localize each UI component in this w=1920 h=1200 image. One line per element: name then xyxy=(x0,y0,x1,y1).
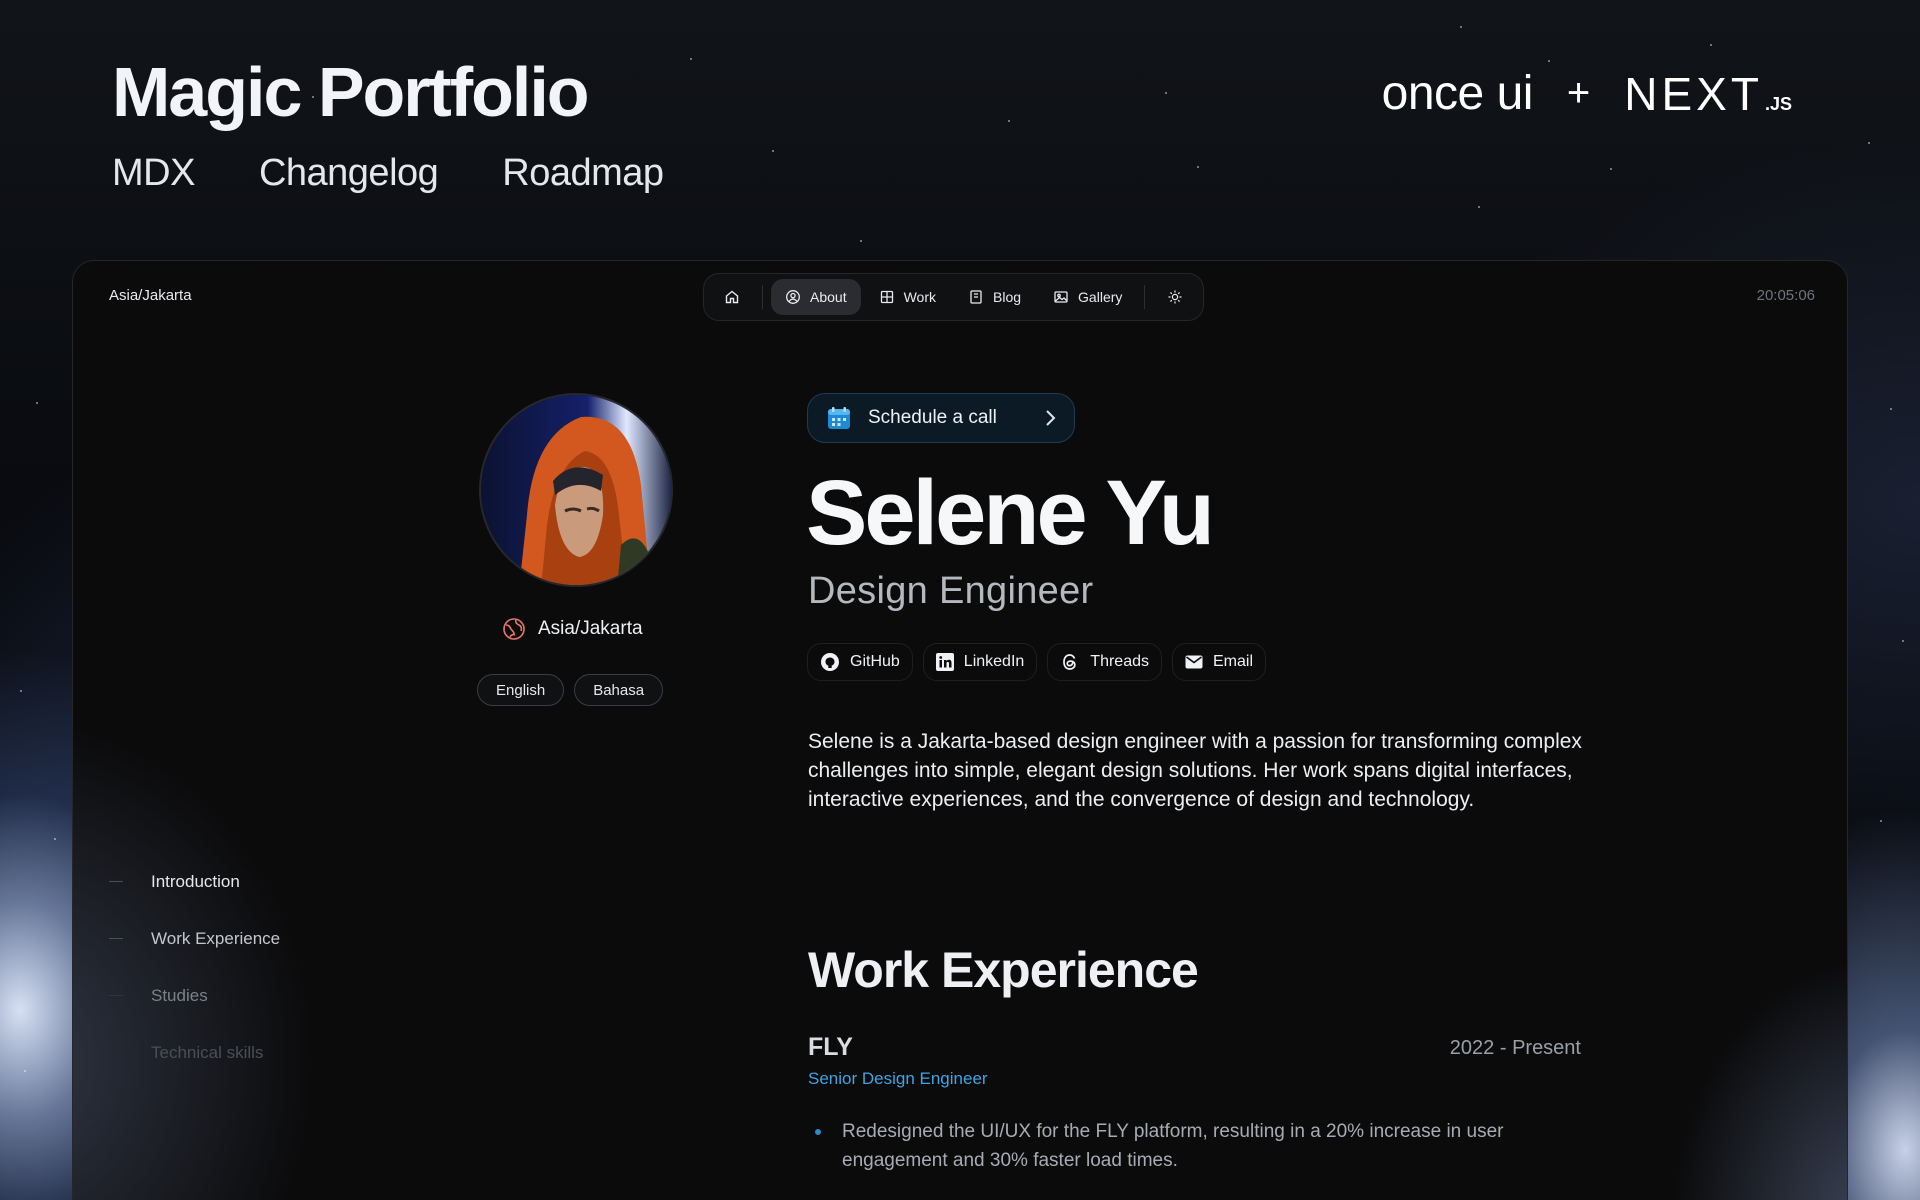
table-of-contents: Introduction Work Experience Studies Tec… xyxy=(109,853,280,1081)
toc-label: Studies xyxy=(151,985,208,1005)
nextjs-logo: NEXT .JS xyxy=(1624,67,1792,121)
nav-about-label: About xyxy=(810,289,847,305)
nav-gallery-label: Gallery xyxy=(1078,289,1123,305)
portfolio-window: Asia/Jakarta 20:05:06 About Work Blog Ga… xyxy=(72,260,1848,1200)
language-tag-bahasa: Bahasa xyxy=(574,674,664,706)
language-tags: English Bahasa xyxy=(477,674,664,706)
nav-work-label: Work xyxy=(903,289,937,305)
nextjs-wordmark: NEXT xyxy=(1624,67,1763,120)
nav-blog-label: Blog xyxy=(993,289,1022,305)
plus-sign: + xyxy=(1566,71,1591,115)
github-icon xyxy=(821,653,839,671)
image-icon xyxy=(1054,291,1068,303)
schedule-call-button[interactable]: Schedule a call xyxy=(807,393,1075,443)
toc-marker xyxy=(109,881,123,882)
nav-blog-button[interactable]: Blog xyxy=(954,279,1035,315)
chevron-right-icon xyxy=(1046,410,1056,426)
profile-location: Asia/Jakarta xyxy=(502,617,643,641)
social-linkedin-label: LinkedIn xyxy=(963,653,1025,670)
social-github-label: GitHub xyxy=(850,653,900,670)
profile-name: Selene Yu xyxy=(806,462,1215,564)
home-icon xyxy=(725,290,739,304)
user-circle-icon xyxy=(786,290,800,304)
job-achievement-item: Redesigned the UI/UX for the FLY platfor… xyxy=(808,1117,1568,1175)
toc-label: Introduction xyxy=(151,871,240,891)
toc-item-technical-skills[interactable]: Technical skills xyxy=(109,1024,280,1081)
schedule-call-label: Schedule a call xyxy=(868,407,997,428)
linkedin-icon xyxy=(935,653,954,671)
nav-work-button[interactable]: Work xyxy=(865,279,950,315)
job-company: FLY xyxy=(808,1033,853,1061)
job-role: Senior Design Engineer xyxy=(808,1069,988,1088)
avatar-portrait xyxy=(481,395,671,585)
nav-gallery-button[interactable]: Gallery xyxy=(1039,279,1136,315)
book-icon xyxy=(970,290,982,304)
job-dates: 2022 - Present xyxy=(1449,1037,1581,1059)
theme-toggle-button[interactable] xyxy=(1153,279,1197,315)
avatar xyxy=(479,393,673,587)
link-mdx[interactable]: MDX xyxy=(112,152,195,195)
top-links: MDX Changelog Roadmap xyxy=(112,152,664,195)
profile-role: Design Engineer xyxy=(808,570,1094,612)
header-location: Asia/Jakarta xyxy=(109,287,192,304)
mail-icon xyxy=(1185,655,1203,669)
social-threads-label: Threads xyxy=(1090,653,1149,670)
nextjs-suffix: .JS xyxy=(1764,93,1792,114)
globe-icon xyxy=(503,618,525,640)
tech-logos: once ui + NEXT .JS xyxy=(1382,66,1792,121)
profile-location-text: Asia/Jakarta xyxy=(538,618,643,639)
header-clock: 20:05:06 xyxy=(1756,287,1815,304)
nav-divider xyxy=(762,285,763,309)
toc-item-work-experience[interactable]: Work Experience xyxy=(109,910,280,967)
main-nav: About Work Blog Gallery xyxy=(703,273,1205,321)
social-links: GitHub LinkedIn Threads Email xyxy=(807,643,1267,681)
nav-divider xyxy=(1144,285,1146,309)
link-roadmap[interactable]: Roadmap xyxy=(502,152,664,195)
social-github-button[interactable]: GitHub xyxy=(807,643,913,681)
social-linkedin-button[interactable]: LinkedIn xyxy=(922,643,1038,681)
toc-label: Technical skills xyxy=(151,1042,264,1062)
work-experience-heading: Work Experience xyxy=(808,942,1199,998)
intro-paragraph: Selene is a Jakarta-based design enginee… xyxy=(808,730,1582,811)
job-achievements: Redesigned the UI/UX for the FLY platfor… xyxy=(808,1117,1568,1175)
grid-icon xyxy=(880,290,893,304)
link-changelog[interactable]: Changelog xyxy=(259,152,439,195)
toc-marker xyxy=(109,1052,123,1053)
calendar-icon xyxy=(828,407,850,429)
social-threads-button[interactable]: Threads xyxy=(1047,643,1162,681)
toc-item-studies[interactable]: Studies xyxy=(109,967,280,1024)
threads-icon xyxy=(1063,654,1076,670)
language-tag-english: English xyxy=(477,674,565,706)
sun-icon xyxy=(1168,290,1182,304)
nav-about-button[interactable]: About xyxy=(771,279,861,315)
social-email-label: Email xyxy=(1213,653,1254,670)
site-title: Magic Portfolio xyxy=(112,53,590,131)
toc-label: Work Experience xyxy=(151,928,281,948)
nav-home-button[interactable] xyxy=(710,279,754,315)
social-email-button[interactable]: Email xyxy=(1172,643,1267,681)
once-ui-logo: once ui xyxy=(1381,67,1534,120)
toc-item-introduction[interactable]: Introduction xyxy=(109,853,280,910)
toc-marker xyxy=(109,938,123,939)
toc-marker xyxy=(109,995,123,996)
